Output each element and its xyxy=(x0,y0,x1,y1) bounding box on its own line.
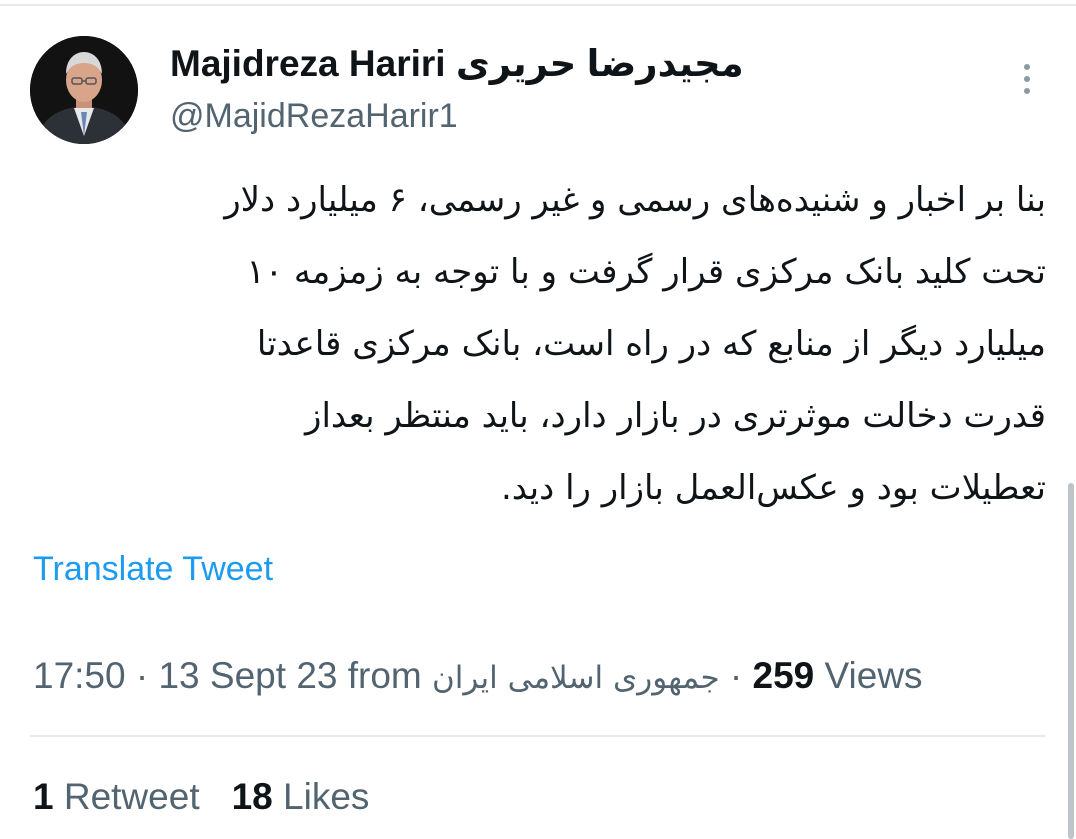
tweet-text: بنا بر اخبار و شنیده‌های رسمی و غیر رسمی… xyxy=(224,180,1046,508)
views-label: Views xyxy=(824,655,923,696)
retweets-count: 1 xyxy=(33,776,54,817)
more-options-icon[interactable] xyxy=(1012,58,1042,100)
tweet-source[interactable]: جمهوری اسلامی ایران xyxy=(432,660,720,696)
avatar-photo xyxy=(30,36,138,144)
top-divider xyxy=(0,4,1076,6)
meta-separator: · xyxy=(135,655,149,696)
meta-separator: · xyxy=(729,655,743,696)
engagement-stats: 1 Retweet 18 Likes xyxy=(33,774,369,820)
more-dot xyxy=(1024,88,1030,94)
avatar[interactable] xyxy=(30,36,138,144)
retweets-label: Retweet xyxy=(63,776,200,817)
stats-divider xyxy=(30,735,1046,737)
retweets-stat[interactable]: 1 Retweet xyxy=(33,776,200,817)
tweet-meta-line: 17:50 · 13 Sept 23 from جمهوری اسلامی ای… xyxy=(33,653,1043,701)
tweet-time[interactable]: 17:50 xyxy=(33,655,126,696)
more-dot xyxy=(1024,64,1030,70)
author-display-name[interactable]: Majidreza Hariri مجیدرضا حریری xyxy=(170,42,744,86)
likes-count: 18 xyxy=(231,776,273,817)
more-dot xyxy=(1024,76,1030,82)
likes-stat[interactable]: 18 Likes xyxy=(232,776,370,817)
translate-tweet-link[interactable]: Translate Tweet xyxy=(33,548,273,590)
from-label: from xyxy=(347,655,422,696)
tweet-date[interactable]: 13 Sept 23 xyxy=(158,655,337,696)
scrollbar[interactable] xyxy=(1068,483,1074,839)
author-handle[interactable]: @MajidRezaHarir1 xyxy=(170,96,458,136)
views-count: 259 xyxy=(752,655,815,696)
likes-label: Likes xyxy=(283,776,370,817)
